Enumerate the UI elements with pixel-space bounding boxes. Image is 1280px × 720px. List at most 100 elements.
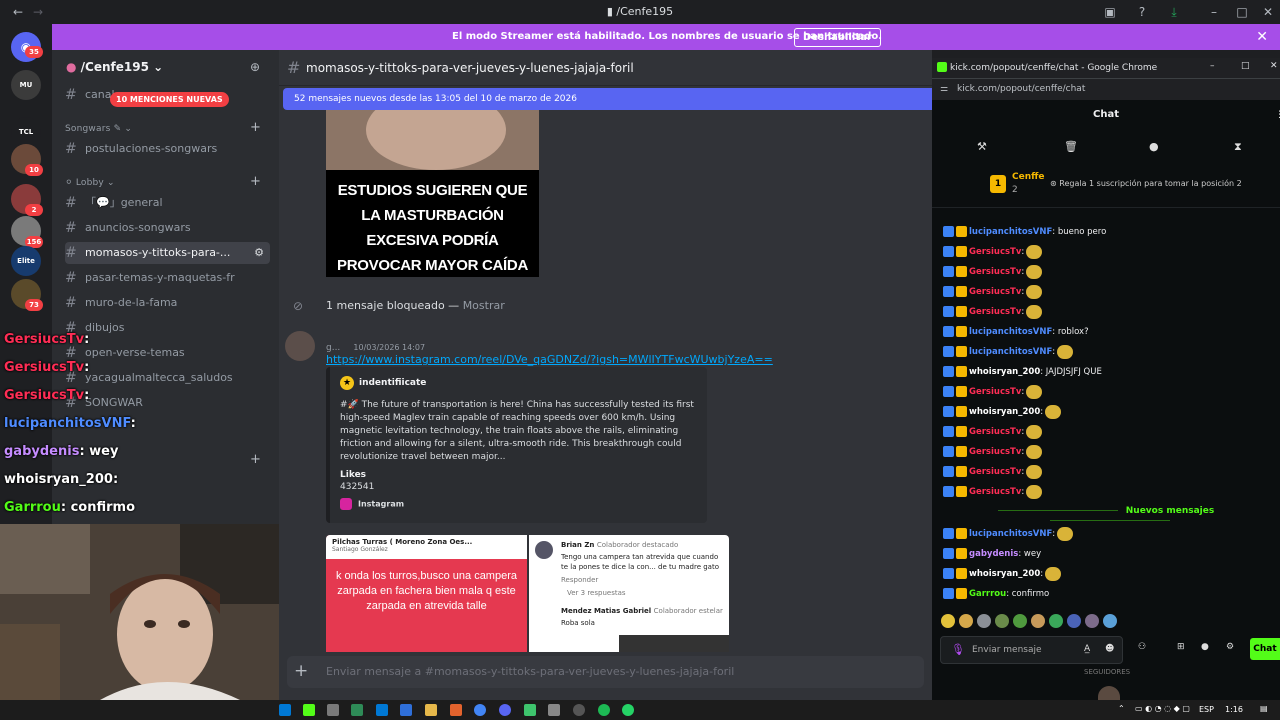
notifications-icon[interactable]: ▤ [1260,704,1268,713]
kick-url-bar[interactable]: ⚌ kick.com/popout/cenffe/chat [932,78,1280,100]
chat-username[interactable]: lucipanchitosVNF [969,327,1052,337]
kick-chat-message[interactable]: GersiucsTv: [943,264,1043,280]
chat-username[interactable]: GersiucsTv [969,247,1021,257]
site-info-icon[interactable]: ⚌ [940,84,948,94]
chat-mode-icon[interactable]: ● [1201,642,1209,652]
server-icon[interactable]: MU [11,70,41,100]
chat-username[interactable]: GersiucsTv [969,267,1021,277]
start-icon[interactable] [279,704,291,716]
kick-chat-message[interactable]: GersiucsTv: [943,424,1043,440]
chat-username[interactable]: gabydenis [969,549,1018,559]
sidebar-channel[interactable]: # momasos-y-tittoks-para-... ⚙ [65,242,270,264]
avatar[interactable] [285,331,315,361]
attachment-image-1[interactable]: Pilchas Turras ( Moreno Zona Oes... Sant… [326,535,527,652]
chat-username[interactable]: GersiucsTv [969,487,1021,497]
kick-chat-message[interactable]: lucipanchitosVNF: bueno pero [943,224,1106,240]
sidebar-channel[interactable]: # pasar-temas-y-maquetas-fr [65,267,270,289]
add-member-icon[interactable]: ⊕ [250,60,260,74]
category-lobby[interactable]: ⚪ Lobby ⌄ [65,178,115,188]
hammer-icon[interactable]: ⚒ [977,140,987,153]
server-icon[interactable]: Elite [11,246,41,276]
app-icon[interactable] [376,704,388,716]
add-attachment-icon[interactable]: + [294,661,308,681]
app-icon[interactable] [400,704,412,716]
instagram-link[interactable]: https://www.instagram.com/reel/DVe_qaGDN… [326,348,773,367]
more-options-icon[interactable]: ⋮ [1275,110,1280,120]
whatsapp-icon[interactable] [622,704,634,716]
file-explorer-icon[interactable] [425,704,437,716]
trash-icon[interactable]: 🗑 [1064,140,1078,153]
server-name[interactable]: ● /Cenfe195 ⌄ [66,60,163,74]
add-channel-icon[interactable]: + [250,174,261,189]
disable-streamer-button[interactable]: Deshabilitar [794,28,881,47]
chat-bubble-icon[interactable]: ● [1149,140,1159,153]
gift-sub-text[interactable]: ⊛ Regala 1 suscripción para tomar la pos… [1050,179,1242,188]
server-icon[interactable]: TCL [11,117,41,147]
spotify-icon[interactable] [598,704,610,716]
sidebar-channel[interactable]: # anuncios-songwars [65,217,270,239]
kick-chat-message[interactable]: GersiucsTv: [943,384,1043,400]
kick-chat-message[interactable]: lucipanchitosVNF: [943,526,1074,542]
add-channel-icon[interactable]: + [250,120,261,135]
kick-chat-message[interactable]: GersiucsTv: [943,244,1043,260]
chat-username[interactable]: GersiucsTv [969,467,1021,477]
chat-username[interactable]: lucipanchitosVNF [969,529,1052,539]
embed-author[interactable]: ★ indentifiicate [340,376,697,390]
minimize-icon[interactable]: – [1206,4,1222,20]
maximize-icon[interactable]: □ [1234,4,1250,20]
help-icon[interactable]: ? [1134,4,1150,20]
send-chat-button[interactable]: Chat [1250,638,1280,660]
clock[interactable]: 1:16 [1225,705,1243,714]
sidebar-channel[interactable]: # yacagualmaltecca_saludos [65,367,270,389]
chat-username[interactable]: GersiucsTv [969,307,1021,317]
kick-chat-message[interactable]: whoisryan_200: [943,566,1062,582]
chat-username[interactable]: whoisryan_200 [969,569,1040,579]
app-icon[interactable] [303,704,315,716]
show-blocked-link[interactable]: Mostrar [463,299,505,312]
chat-username[interactable]: whoisryan_200 [969,367,1040,377]
add-channel-icon[interactable]: + [250,452,261,467]
app-icon[interactable] [573,704,585,716]
tray-chevron-icon[interactable]: ⌃ [1118,704,1125,713]
sidebar-channel[interactable]: # 「💬」general [65,192,270,214]
maximize-icon[interactable]: □ [1241,61,1250,71]
gift-icon[interactable]: ⊞ [1177,642,1185,652]
sidebar-channel[interactable]: # muro-de-la-fama [65,292,270,314]
kick-chat-message[interactable]: GersiucsTv: [943,464,1043,480]
kick-chat-message[interactable]: GersiucsTv: [943,284,1043,300]
inbox-icon[interactable]: ▣ [1102,4,1118,20]
kick-chat-message[interactable]: whoisryan_200: [943,404,1062,420]
kick-chat-message[interactable]: whoisryan_200: JAJDJSJFJ QUE [943,364,1102,380]
kick-chat-message[interactable]: GersiucsTv: [943,444,1043,460]
chrome-icon[interactable] [474,704,486,716]
translate-icon[interactable]: A̲ [1084,644,1090,654]
channel-postulaciones[interactable]: # postulaciones-songwars [65,138,270,160]
chat-username[interactable]: GersiucsTv [969,287,1021,297]
app-icon[interactable] [548,704,560,716]
attachment-image-2[interactable]: Brian Zn Colaborador destacado Tengo una… [529,535,729,652]
chat-username[interactable]: whoisryan_200 [969,407,1040,417]
sidebar-channel[interactable]: # open-verse-temas [65,342,270,364]
language-indicator[interactable]: ESP [1199,705,1214,714]
kick-chat-message[interactable]: gabydenis: wey [943,546,1041,562]
hourglass-icon[interactable]: ⧗ [1234,140,1242,154]
close-window-icon[interactable]: ✕ [1260,4,1276,20]
kick-chat-message[interactable]: GersiucsTv: [943,304,1043,320]
chat-username[interactable]: lucipanchitosVNF [969,347,1052,357]
emote-bar[interactable] [940,613,1120,629]
chat-username[interactable]: lucipanchitosVNF [969,227,1052,237]
chat-username[interactable]: GersiucsTv [969,387,1021,397]
kick-chat-message[interactable]: lucipanchitosVNF: roblox? [943,324,1089,340]
app-icon[interactable] [450,704,462,716]
kick-message-input[interactable]: 🎙 Enviar mensaje A̲ ☻ [940,636,1123,664]
kick-input-placeholder[interactable]: Enviar mensaje [972,645,1042,655]
message-composer[interactable]: + Enviar mensaje a #momasos-y-tittoks-pa… [287,656,924,688]
chat-username[interactable]: Garrrou [969,589,1006,599]
meme-image[interactable]: ESTUDIOS SUGIEREN QUE LA MASTURBACIÓN EX… [326,110,539,277]
new-messages-bar[interactable]: 52 mensajes nuevos desde las 13:05 del 1… [283,88,932,110]
tray-icons[interactable]: ▭ ◐ ◔ ◌ ◆ ▢ [1135,704,1190,713]
new-messages-divider[interactable]: Nuevos mensajes [938,506,1274,521]
sidebar-channel[interactable]: # SONGWAR [65,392,270,414]
chat-username[interactable]: GersiucsTv [969,447,1021,457]
kick-chat-message[interactable]: GersiucsTv: [943,484,1043,500]
